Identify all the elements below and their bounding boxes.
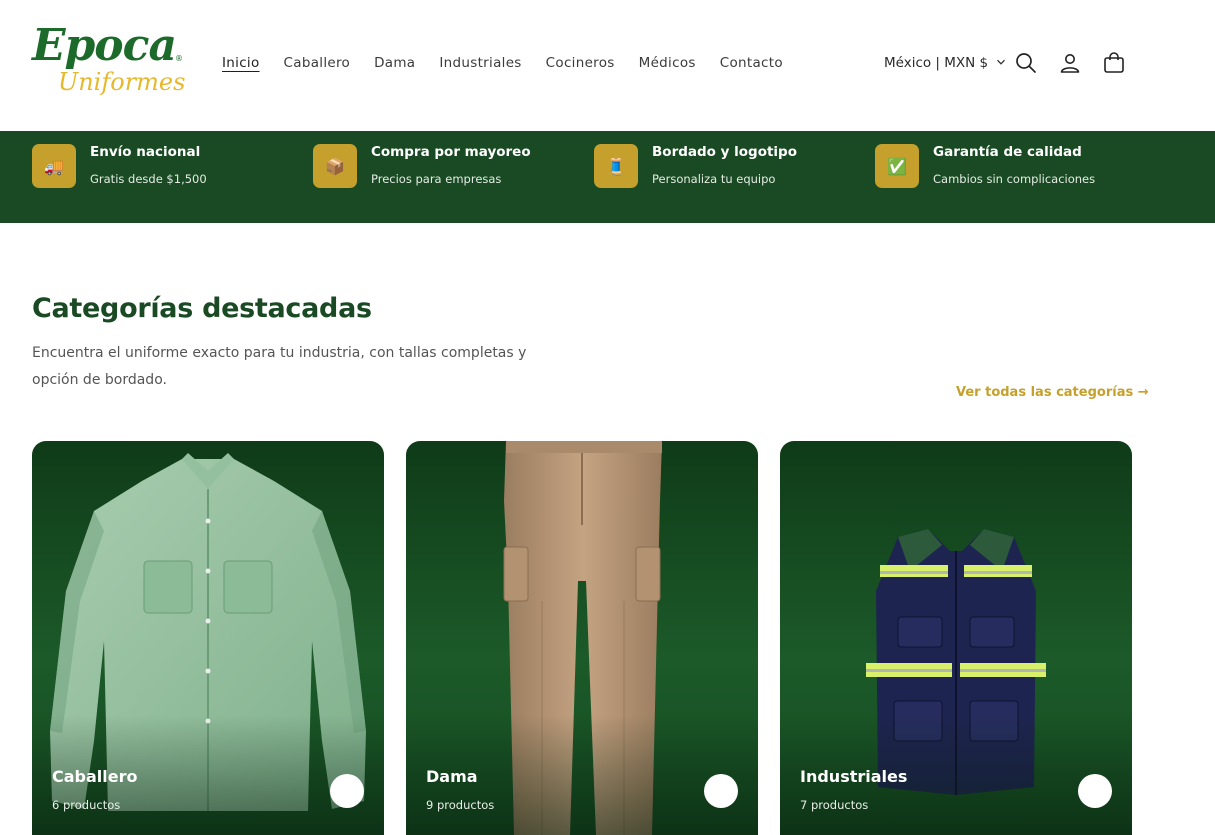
nav-caballero[interactable]: Caballero xyxy=(284,55,351,71)
benefit-title: Envío nacional xyxy=(90,144,201,160)
category-arrow-button[interactable] xyxy=(330,774,364,808)
main-nav: Inicio Caballero Dama Industriales Cocin… xyxy=(222,55,807,71)
nav-industriales[interactable]: Industriales xyxy=(439,55,521,71)
category-count: 9 productos xyxy=(426,798,495,812)
benefit-subtitle: Gratis desde $1,500 xyxy=(90,172,207,186)
category-name: Caballero xyxy=(52,767,138,786)
nav-inicio[interactable]: Inicio xyxy=(222,55,260,71)
currency-selector[interactable]: México | MXN $ xyxy=(884,55,1006,71)
category-card-industriales[interactable]: Industriales 7 productos xyxy=(780,441,1132,835)
category-card-dama[interactable]: Dama 9 productos xyxy=(406,441,758,835)
section-description: Encuentra el uniforme exacto para tu ind… xyxy=(32,345,527,388)
benefit-title: Compra por mayoreo xyxy=(371,144,531,160)
nav-cocineros[interactable]: Cocineros xyxy=(546,55,615,71)
site-header: Epoca ® Uniformes Inicio Caballero Dama … xyxy=(0,0,1215,131)
category-count: 6 productos xyxy=(52,798,121,812)
thread-icon: 🧵 xyxy=(594,144,638,188)
nav-contacto[interactable]: Contacto xyxy=(720,55,783,71)
benefit-subtitle: Personaliza tu equipo xyxy=(652,172,776,186)
account-icon[interactable] xyxy=(1058,51,1082,75)
benefit-subtitle: Precios para empresas xyxy=(371,172,502,186)
logo-registered-mark: ® xyxy=(175,54,183,63)
benefits-bar: 🚚 Envío nacional Gratis desde $1,500 📦 C… xyxy=(0,131,1215,223)
category-name: Dama xyxy=(426,767,478,786)
category-count: 7 productos xyxy=(800,798,869,812)
currency-label: México | MXN $ xyxy=(884,55,989,71)
search-icon[interactable] xyxy=(1014,51,1038,75)
category-name: Industriales xyxy=(800,767,908,786)
benefit-title: Garantía de calidad xyxy=(933,144,1082,160)
logo-subtitle: Uniformes xyxy=(58,68,186,96)
cart-icon[interactable] xyxy=(1102,51,1126,75)
nav-dama[interactable]: Dama xyxy=(374,55,415,71)
category-arrow-button[interactable] xyxy=(1078,774,1112,808)
benefit-subtitle: Cambios sin complicaciones xyxy=(933,172,1096,186)
chevron-down-icon xyxy=(996,55,1006,71)
category-arrow-button[interactable] xyxy=(704,774,738,808)
truck-icon: 🚚 xyxy=(32,144,76,188)
category-card-caballero[interactable]: Caballero 6 productos xyxy=(32,441,384,835)
logo-wordmark: Epoca xyxy=(32,20,177,71)
see-all-categories-link[interactable]: Ver todas las categorías → xyxy=(956,385,1149,400)
check-icon: ✅ xyxy=(875,144,919,188)
brand-logo[interactable]: Epoca ® Uniformes xyxy=(32,20,186,104)
nav-medicos[interactable]: Médicos xyxy=(639,55,696,71)
section-title: Categorías destacadas xyxy=(32,293,372,324)
benefit-title: Bordado y logotipo xyxy=(652,144,797,160)
package-icon: 📦 xyxy=(313,144,357,188)
